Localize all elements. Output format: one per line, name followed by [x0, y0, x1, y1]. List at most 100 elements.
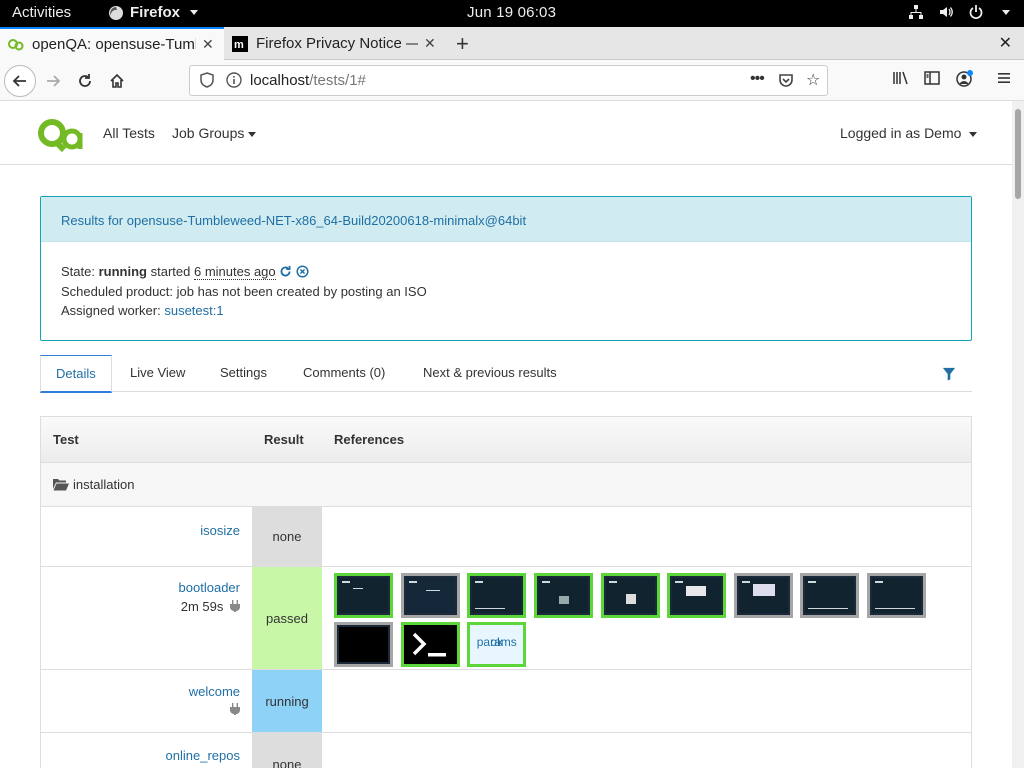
page-content: All Tests Job Groups Logged in as Demo R…: [0, 101, 1012, 768]
screenshot-thumbnail[interactable]: [800, 573, 860, 618]
folder-open-icon: [53, 479, 69, 491]
column-header-references: References: [334, 432, 405, 447]
state-line: State: running started 6 minutes ago: [61, 262, 951, 282]
account-icon[interactable]: [956, 70, 974, 88]
user-menu-label: Logged in as Demo: [840, 125, 962, 141]
nav-job-groups[interactable]: Job Groups: [172, 125, 257, 141]
close-icon[interactable]: ✕: [202, 36, 216, 53]
test-link-online-repos[interactable]: online_repos: [166, 748, 240, 763]
worker-link[interactable]: susetest:1: [164, 303, 223, 318]
filter-icon[interactable]: [942, 367, 956, 381]
params-status: ok: [490, 635, 504, 649]
plug-icon: [230, 703, 240, 715]
result-label: none: [272, 529, 302, 544]
sidebar-icon[interactable]: [924, 70, 940, 86]
terminal-log-thumbnail[interactable]: [400, 622, 460, 667]
tab-strip: openQA: opensuse-Tumb ✕ m Firefox Privac…: [0, 27, 1024, 60]
home-button[interactable]: [102, 66, 132, 96]
table-header: Test Result References: [41, 417, 971, 463]
state-value: running: [98, 264, 147, 279]
terminal-icon: [412, 632, 446, 657]
column-header-test[interactable]: Test: [53, 432, 79, 447]
column-header-result[interactable]: Result: [264, 432, 304, 447]
screenshot-thumbnail[interactable]: [600, 573, 660, 618]
scrollbar-thumb[interactable]: [1015, 109, 1021, 199]
url-host: localhost: [250, 72, 310, 89]
url-path: /tests/1#: [309, 72, 366, 89]
network-icon: [909, 5, 923, 19]
user-menu[interactable]: Logged in as Demo: [840, 125, 978, 141]
result-details: State: running started 6 minutes ago Sch…: [41, 242, 971, 341]
app-menu-label: Firefox: [130, 4, 181, 21]
screenshot-thumbnail[interactable]: [667, 573, 727, 618]
clock[interactable]: Jun 19 06:03: [467, 4, 556, 21]
pocket-icon[interactable]: [778, 72, 794, 88]
window-close-button[interactable]: ✕: [999, 33, 1012, 53]
new-tab-button[interactable]: +: [456, 31, 469, 57]
tab-openqa[interactable]: openQA: opensuse-Tumb ✕: [0, 27, 224, 60]
tab-live-view[interactable]: Live View: [115, 355, 200, 393]
params-ok-thumbnail[interactable]: params ok: [467, 622, 527, 667]
back-button[interactable]: [4, 65, 36, 97]
page-scrollbar[interactable]: [1012, 101, 1024, 768]
app-menu[interactable]: Firefox: [108, 4, 199, 21]
restart-icon[interactable]: [279, 265, 292, 278]
test-link-isosize[interactable]: isosize: [200, 523, 240, 538]
bookmark-star-icon[interactable]: ☆: [806, 70, 820, 90]
worker-label: Assigned worker:: [61, 303, 161, 318]
table-row: welcome running: [41, 670, 971, 733]
table-row: bootloader 2m 59s passed params ok: [41, 567, 971, 670]
table-row: isosize none: [41, 507, 971, 567]
volume-icon: [940, 7, 953, 17]
info-icon[interactable]: [226, 72, 242, 88]
tab-settings[interactable]: Settings: [205, 355, 282, 393]
screenshot-thumbnail[interactable]: [467, 573, 527, 618]
screenshot-thumbnail[interactable]: [334, 573, 393, 618]
screenshot-thumbnail[interactable]: [733, 573, 793, 618]
result-cell-none: none: [252, 733, 322, 768]
reload-button[interactable]: [70, 66, 100, 96]
tab-privacy-notice[interactable]: m Firefox Privacy Notice — ✕: [224, 27, 446, 60]
started-label: started: [150, 264, 191, 279]
result-cell-none: none: [252, 507, 322, 566]
forward-button[interactable]: [38, 66, 68, 96]
test-link-bootloader[interactable]: bootloader: [179, 580, 240, 595]
tab-comments[interactable]: Comments (0): [288, 355, 400, 393]
test-group-name: installation: [73, 477, 135, 492]
openqa-logo[interactable]: [38, 117, 86, 153]
activities-button[interactable]: Activities: [12, 4, 71, 21]
test-results-table: Test Result References installation isos…: [40, 416, 972, 768]
screenshot-thumbnail[interactable]: [533, 573, 593, 618]
screenshot-thumbnail[interactable]: [867, 573, 926, 618]
test-link-welcome[interactable]: welcome: [189, 684, 240, 699]
url-text: localhost/tests/1#: [250, 72, 366, 89]
screenshot-thumbnail[interactable]: [400, 573, 460, 618]
tab-details[interactable]: Details: [40, 355, 112, 393]
page-actions-icon[interactable]: •••: [750, 70, 765, 88]
reload-icon: [79, 74, 91, 87]
test-name-cell: isosize: [41, 521, 251, 540]
state-label: State:: [61, 264, 95, 279]
hamburger-menu-icon[interactable]: [996, 70, 1012, 86]
nav-all-tests[interactable]: All Tests: [103, 125, 155, 141]
tab-next-previous[interactable]: Next & previous results: [408, 355, 572, 393]
cancel-job-icon[interactable]: [296, 265, 309, 278]
arrow-right-icon: [47, 75, 61, 87]
test-group-row: installation: [41, 463, 971, 507]
url-bar[interactable]: localhost/tests/1# ••• ☆: [189, 65, 828, 96]
system-tray[interactable]: [908, 4, 1010, 20]
test-duration-text: 2m 59s: [180, 599, 224, 614]
test-name-cell: online_repos: [41, 746, 251, 765]
home-icon: [110, 73, 124, 88]
chevron-down-icon: [969, 131, 978, 137]
job-tabs: Details Live View Settings Comments (0) …: [40, 355, 972, 393]
shield-icon[interactable]: [199, 72, 215, 88]
nav-job-groups-label: Job Groups: [172, 125, 245, 141]
library-icon[interactable]: [892, 70, 910, 86]
screenshot-thumbnail[interactable]: [334, 622, 393, 667]
result-label: none: [272, 756, 302, 768]
close-icon[interactable]: ✕: [424, 35, 438, 52]
openqa-icon: [8, 38, 24, 50]
started-time: 6 minutes ago: [193, 264, 276, 280]
navigation-toolbar: localhost/tests/1# ••• ☆: [0, 60, 1024, 101]
